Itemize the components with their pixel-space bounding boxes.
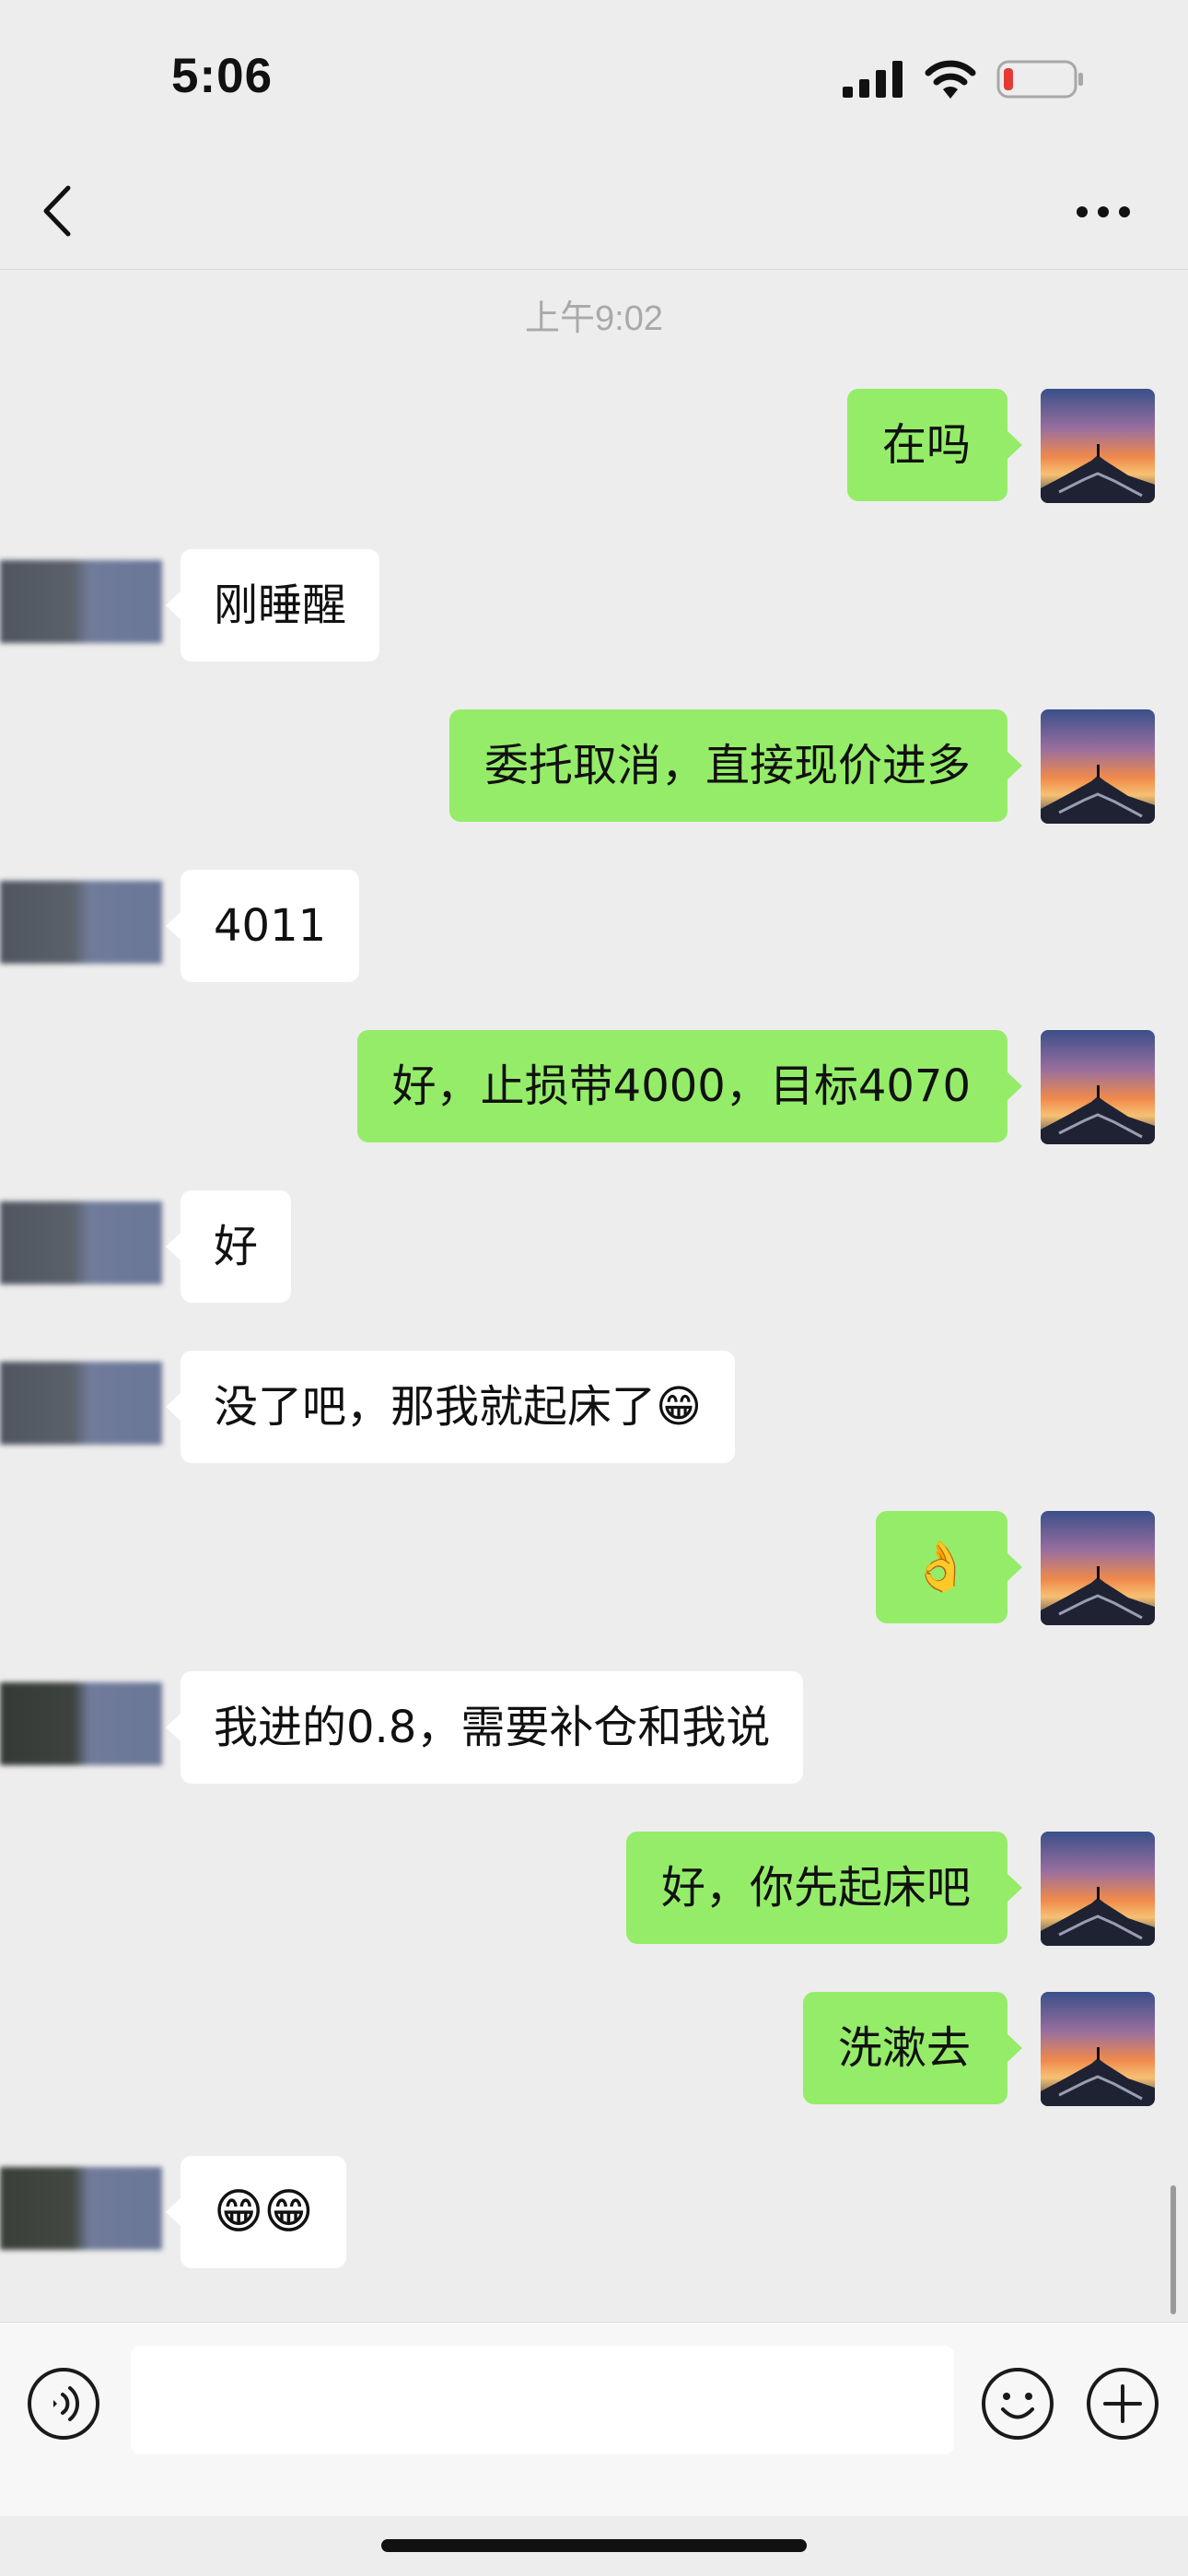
peer-avatar[interactable] [0,2167,162,2250]
voice-icon[interactable] [26,2366,101,2441]
received-bubble[interactable]: 我进的0.8，需要补仓和我说 [165,1671,804,1784]
received-bubble[interactable]: 好 [165,1190,292,1303]
self-avatar[interactable] [1041,709,1155,824]
cellular-signal-icon [843,61,903,98]
message-input[interactable] [131,2346,954,2454]
self-avatar[interactable] [1041,389,1155,503]
received-bubble[interactable]: 4011 [165,870,360,982]
sent-bubble[interactable]: 在吗 [846,389,1023,501]
message-timestamp: 上午9:02 [525,299,663,338]
chat-scrollbar[interactable] [1171,2185,1176,2314]
peer-avatar[interactable] [0,881,162,964]
self-avatar[interactable] [1041,1992,1155,2106]
home-indicator[interactable] [381,2539,807,2552]
received-bubble[interactable]: 刚睡醒 [165,549,380,662]
status-time: 5:06 [171,49,274,103]
sent-bubble[interactable]: 好，止损带4000，目标4070 [356,1030,1023,1142]
self-avatar[interactable] [1041,1511,1155,1625]
self-avatar[interactable] [1041,1832,1155,1946]
self-avatar[interactable] [1041,1030,1155,1144]
chat-header [0,157,1188,269]
received-bubble[interactable]: 😁😁 [165,2156,347,2268]
sent-bubble[interactable]: 委托取消，直接现价进多 [448,709,1023,822]
peer-avatar[interactable] [0,1682,162,1765]
header-divider [0,269,1188,270]
received-bubble[interactable]: 没了吧，那我就起床了😁 [165,1351,736,1463]
peer-avatar[interactable] [0,1362,162,1445]
smiley-icon[interactable] [980,2366,1055,2441]
sent-bubble[interactable]: 洗漱去 [802,1992,1023,2104]
more-dots-icon[interactable] [1076,205,1131,219]
peer-avatar[interactable] [0,1201,162,1284]
sent-bubble[interactable]: 好，你先起床吧 [625,1832,1023,1944]
wifi-icon [925,60,976,99]
battery-low-icon [996,60,1083,99]
peer-avatar[interactable] [0,560,162,643]
plus-icon[interactable] [1085,2366,1160,2441]
sent-bubble[interactable]: 👌 [876,1511,1022,1623]
back-chevron-icon[interactable] [37,182,81,240]
